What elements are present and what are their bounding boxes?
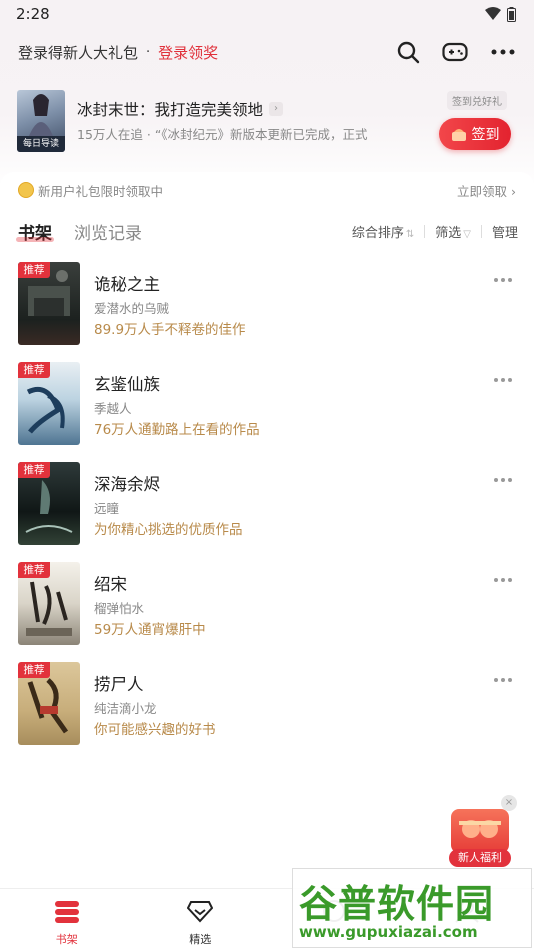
nav-featured[interactable]: 精选: [134, 889, 268, 950]
tab-history[interactable]: 浏览记录: [74, 219, 142, 244]
sign-gift-label: 签到兑好礼: [447, 91, 507, 110]
watermark-title: 谷普软件园: [299, 882, 495, 926]
banner-book-title[interactable]: 冰封末世：我打造完美领地: [77, 98, 263, 120]
book-cover[interactable]: 推荐: [18, 562, 80, 645]
banner-cover-tag: 每日导读: [17, 136, 65, 152]
sort-label: 综合排序: [351, 225, 404, 241]
book-more-icon[interactable]: [494, 473, 518, 487]
book-title: 绍宋: [94, 575, 127, 594]
sign-gift-icon: [451, 129, 466, 141]
promo-claim-link[interactable]: 立即领取 ›: [457, 181, 516, 200]
top-header: 登录得新人大礼包 · 登录领奖: [0, 34, 534, 70]
status-bar: 2:28: [0, 0, 534, 28]
nav-bookshelf[interactable]: 书架: [0, 889, 134, 950]
book-author: 爱潜水的乌贼: [94, 301, 170, 316]
book-more-icon[interactable]: [494, 673, 518, 687]
book-title: 捞尸人: [94, 675, 144, 694]
promo-claim-label: 立即领取: [457, 183, 508, 199]
status-icons: [485, 6, 516, 22]
book-cover[interactable]: 推荐: [18, 362, 80, 445]
book-author: 纯洁滴小龙: [94, 701, 157, 716]
site-watermark: 谷普软件园 www.gupuxiazai.com: [292, 868, 532, 948]
login-promo-text[interactable]: 登录得新人大礼包: [18, 42, 138, 63]
book-row[interactable]: 推荐 深海余烬 远瞳 为你精心挑选的优质作品: [18, 462, 518, 562]
watermark-url: www.gupuxiazai.com: [299, 923, 478, 941]
new-user-gift-float[interactable]: × 新人福利: [445, 795, 517, 869]
tools-divider: [424, 224, 426, 238]
book-list: 推荐 诡秘之主 爱潜水的乌贼 89.9万人手不释卷的佳作 推荐 玄鉴仙族 季越人…: [18, 262, 518, 762]
book-cover[interactable]: 推荐: [18, 262, 80, 345]
book-more-icon[interactable]: [494, 573, 518, 587]
sort-icon: ⇅: [405, 228, 415, 240]
manage-button[interactable]: 管理: [492, 222, 518, 241]
status-time: 2:28: [16, 5, 50, 23]
separator-dot: ·: [146, 44, 151, 60]
book-desc: 为你精心挑选的优质作品: [94, 522, 243, 538]
bookshelf-icon: [54, 901, 79, 923]
recommend-badge: 推荐: [18, 662, 50, 678]
nav-bookshelf-label: 书架: [55, 933, 78, 946]
tab-bookshelf[interactable]: 书架: [16, 219, 54, 244]
nav-featured-label: 精选: [189, 933, 212, 946]
banner-title-row[interactable]: 冰封末世：我打造完美领地 ›: [77, 98, 284, 120]
book-author: 季越人: [94, 401, 132, 416]
book-title: 诡秘之主: [94, 275, 160, 294]
recommend-badge: 推荐: [18, 562, 50, 578]
sort-button[interactable]: 综合排序 ⇅: [352, 222, 414, 241]
cover-figure-art: [29, 94, 53, 136]
more-icon[interactable]: [490, 48, 516, 56]
search-icon[interactable]: [396, 40, 420, 64]
tools-divider: [480, 224, 482, 238]
book-cover[interactable]: 推荐: [18, 462, 80, 545]
shelf-tabs: 书架 浏览记录 综合排序 ⇅ 筛选 ▽ 管理: [16, 218, 518, 244]
gamepad-icon[interactable]: [442, 41, 468, 63]
new-user-promo-bar[interactable]: 新用户礼包限时领取中 立即领取 ›: [18, 180, 516, 200]
promo-text: 新用户礼包限时领取中: [38, 183, 164, 199]
gift-label: 新人福利: [449, 849, 511, 867]
chevron-right-icon: ›: [269, 102, 284, 116]
daily-book-banner[interactable]: 每日导读 冰封末世：我打造完美领地 › 15万人在追 · “《冰封纪元》新版本更…: [17, 90, 517, 154]
book-title: 玄鉴仙族: [94, 375, 160, 394]
wifi-icon: [485, 7, 501, 20]
sign-in-button[interactable]: 签到: [439, 118, 511, 150]
book-more-icon[interactable]: [494, 273, 518, 287]
book-author: 远瞳: [94, 501, 120, 516]
banner-subtitle: 15万人在追 · “《冰封纪元》新版本更新已完成，正式: [77, 127, 368, 142]
diamond-icon: [187, 901, 214, 923]
gift-box-icon: [451, 809, 509, 853]
book-title: 深海余烬: [94, 475, 160, 494]
book-desc: 89.9万人手不释卷的佳作: [94, 322, 246, 338]
book-row[interactable]: 推荐 捞尸人 纯洁滴小龙 你可能感兴趣的好书: [18, 662, 518, 762]
header-actions: [396, 40, 516, 64]
battery-icon: [507, 6, 516, 22]
book-desc: 76万人通勤路上在看的作品: [94, 422, 260, 438]
book-row[interactable]: 推荐 玄鉴仙族 季越人 76万人通勤路上在看的作品: [18, 362, 518, 462]
login-link[interactable]: 登录领奖: [158, 42, 218, 63]
book-more-icon[interactable]: [494, 373, 518, 387]
book-author: 榴弹怕水: [94, 601, 145, 616]
book-row[interactable]: 推荐 诡秘之主 爱潜水的乌贼 89.9万人手不释卷的佳作: [18, 262, 518, 362]
filter-icon: ▽: [463, 228, 471, 240]
shelf-tools: 综合排序 ⇅ 筛选 ▽ 管理: [352, 222, 518, 241]
filter-button[interactable]: 筛选 ▽: [435, 222, 471, 241]
sign-in-label: 签到: [471, 127, 500, 143]
recommend-badge: 推荐: [18, 362, 50, 378]
coin-icon: [18, 182, 34, 198]
book-cover[interactable]: 推荐: [18, 662, 80, 745]
bookshelf-card: 新用户礼包限时领取中 立即领取 › 书架 浏览记录 综合排序 ⇅ 筛选 ▽ 管理 推…: [0, 172, 534, 888]
recommend-badge: 推荐: [18, 462, 50, 478]
book-desc: 59万人通宵爆肝中: [94, 622, 206, 638]
recommend-badge: 推荐: [18, 262, 50, 278]
book-row[interactable]: 推荐 绍宋 榴弹怕水 59万人通宵爆肝中: [18, 562, 518, 662]
book-desc: 你可能感兴趣的好书: [94, 722, 216, 738]
filter-label: 筛选: [435, 225, 462, 241]
banner-book-cover[interactable]: 每日导读: [17, 90, 65, 152]
